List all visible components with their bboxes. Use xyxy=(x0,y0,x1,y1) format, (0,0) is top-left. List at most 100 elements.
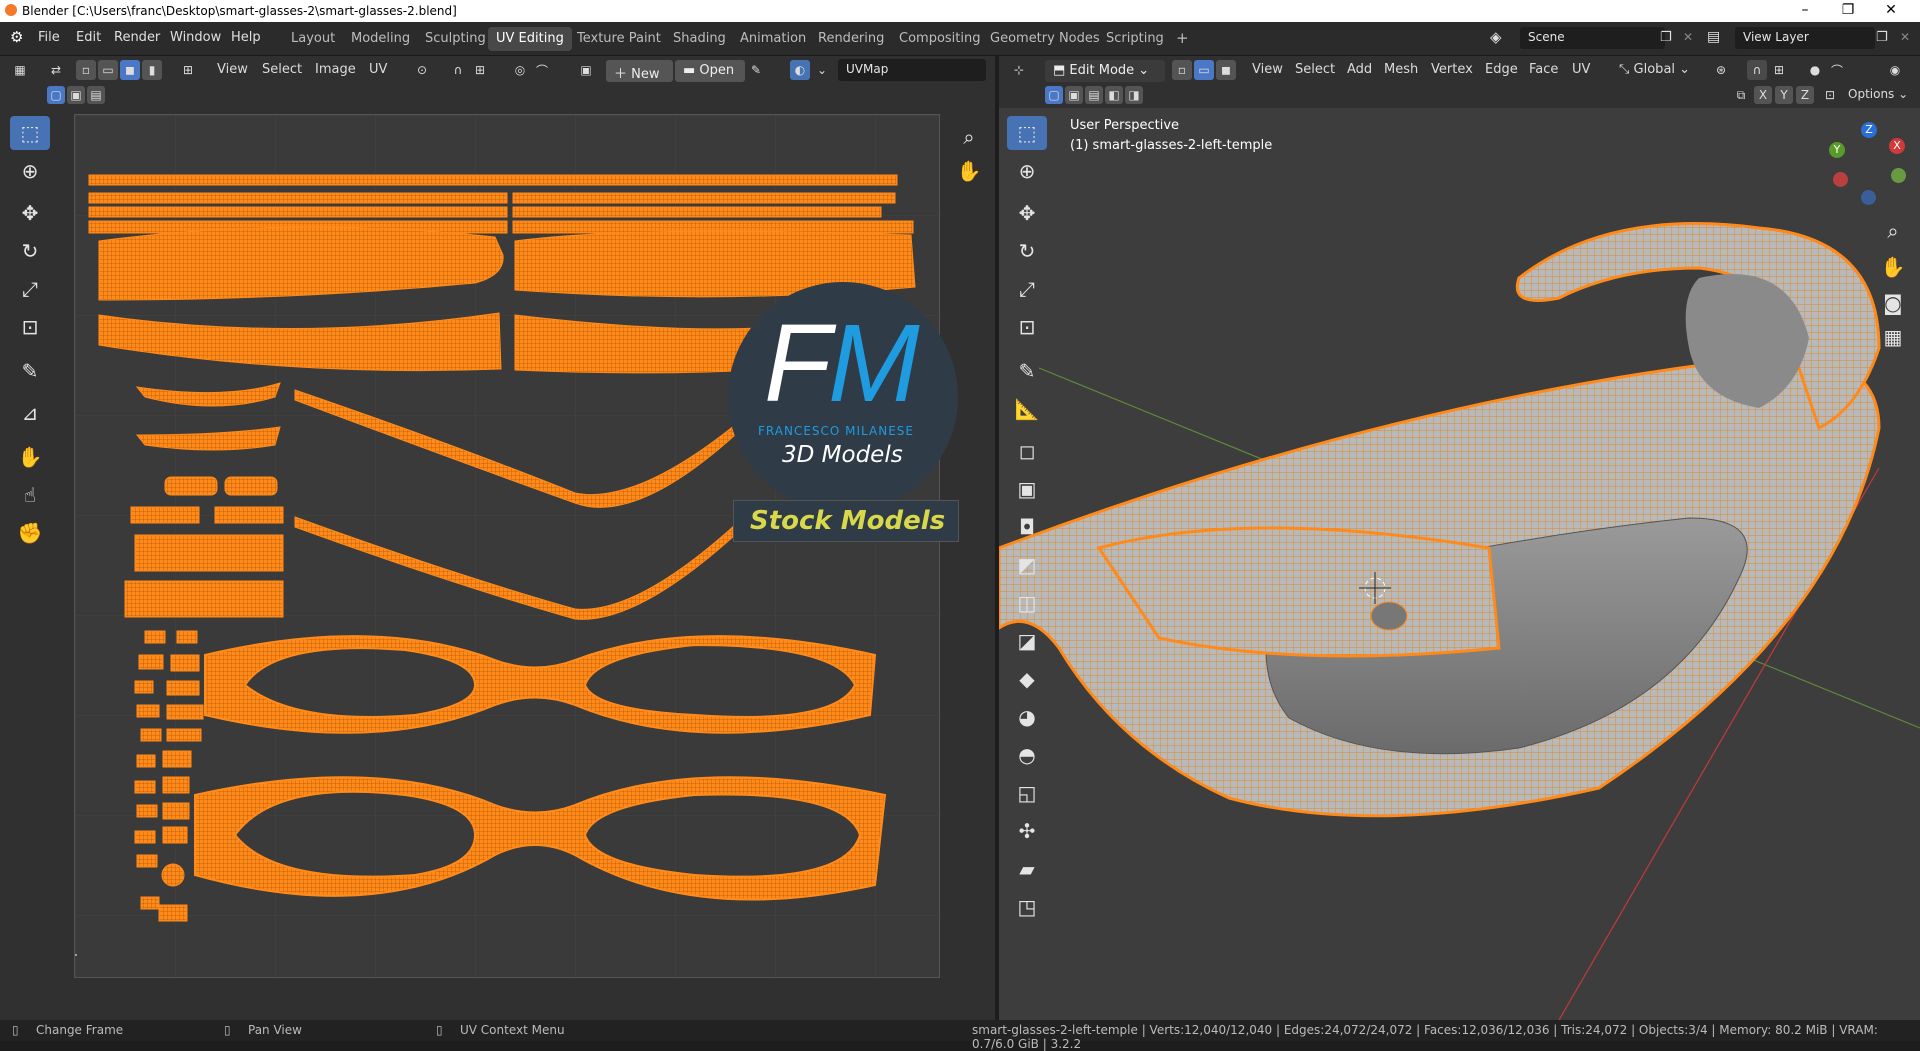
blender-menu-icon[interactable]: ⚙ xyxy=(10,28,23,46)
image-browse-icon[interactable]: ▣ xyxy=(576,60,596,80)
viewport-zoom-icon[interactable]: ⌕ xyxy=(1876,214,1910,248)
vp-select-mode-set-icon[interactable]: ▢ xyxy=(1045,86,1063,104)
pan-hand-icon[interactable]: ✋ xyxy=(952,154,986,188)
sync-selection-icon[interactable]: ⇄ xyxy=(46,60,66,80)
tab-shading[interactable]: Shading xyxy=(665,27,734,51)
vp-select-box-tool[interactable]: ⬚ xyxy=(1007,116,1047,150)
vp-rip-region-tool[interactable]: ◳ xyxy=(1007,890,1047,924)
vp-spin-tool[interactable]: ◕ xyxy=(1007,700,1047,734)
mirror-y-button[interactable]: Y xyxy=(1775,86,1793,104)
viewport-menu-select[interactable]: Select xyxy=(1295,62,1335,77)
viewport-menu-mesh[interactable]: Mesh xyxy=(1384,62,1418,77)
options-dropdown[interactable]: Options ⌄ xyxy=(1848,87,1908,101)
uv-menu-image[interactable]: Image xyxy=(315,62,356,77)
menu-render[interactable]: Render xyxy=(114,30,160,45)
rip-tool[interactable]: ⊿ xyxy=(10,396,50,430)
cursor-tool[interactable]: ⊕ xyxy=(10,154,50,188)
proportional-edit-icon[interactable]: ◎ xyxy=(510,60,530,80)
vp-select-mode-intersect-icon[interactable]: ◨ xyxy=(1125,86,1143,104)
vp-shear-tool[interactable]: ▰ xyxy=(1007,852,1047,886)
gizmo-x-axis[interactable]: X xyxy=(1889,138,1905,154)
vp-edge-slide-tool[interactable]: ◱ xyxy=(1007,776,1047,810)
transform-tool[interactable]: ⊡ xyxy=(10,310,50,344)
select-box-mode-set-icon[interactable]: ▢ xyxy=(47,86,65,104)
scene-icon[interactable]: ◈ xyxy=(1490,28,1502,46)
tab-geometry-nodes[interactable]: Geometry Nodes xyxy=(982,27,1108,51)
menu-edit[interactable]: Edit xyxy=(76,30,101,45)
vp-move-tool[interactable]: ✥ xyxy=(1007,196,1047,230)
menu-help[interactable]: Help xyxy=(231,30,261,45)
vp-poly-build-tool[interactable]: ◆ xyxy=(1007,662,1047,696)
vp-smooth-tool[interactable]: ◓ xyxy=(1007,738,1047,772)
pin-icon[interactable]: ✎ xyxy=(746,60,766,80)
vp-select-mode-invert-icon[interactable]: ◧ xyxy=(1105,86,1123,104)
view-layer-new-icon[interactable]: ❐ xyxy=(1876,30,1888,45)
scene-new-icon[interactable]: ❐ xyxy=(1660,30,1672,45)
edge-select-icon[interactable]: ▭ xyxy=(98,60,118,80)
uv-canvas[interactable] xyxy=(45,114,941,979)
viewport-proportional-icon[interactable]: ● xyxy=(1805,60,1825,80)
edge-mode-icon[interactable]: ▭ xyxy=(1194,60,1214,80)
viewport-menu-vertex[interactable]: Vertex xyxy=(1431,62,1473,77)
viewport-menu-add[interactable]: Add xyxy=(1347,62,1372,77)
uv-menu-select[interactable]: Select xyxy=(262,62,302,77)
vp-inset-tool[interactable]: ◘ xyxy=(1007,510,1047,544)
camera-view-icon[interactable]: ◙ xyxy=(1876,286,1910,320)
overlays-dropdown-icon[interactable]: ⌄ xyxy=(812,60,832,80)
vp-cursor-tool[interactable]: ⊕ xyxy=(1007,154,1047,188)
viewport-editor-type-icon[interactable]: ⊹ xyxy=(1009,60,1029,80)
vp-bevel-tool[interactable]: ◩ xyxy=(1007,548,1047,582)
vp-measure-tool[interactable]: 📐 xyxy=(1007,392,1047,426)
vp-add-cube-tool[interactable]: ◻ xyxy=(1007,434,1047,468)
gizmo-neg-y[interactable] xyxy=(1891,168,1906,183)
view-layer-remove-icon[interactable]: ✕ xyxy=(1900,30,1910,44)
open-image-button[interactable]: ▬ Open xyxy=(675,60,745,82)
mode-dropdown[interactable]: ⬒ Edit Mode ⌄ xyxy=(1045,60,1165,82)
tab-texture-paint[interactable]: Texture Paint xyxy=(569,27,669,51)
menu-file[interactable]: File xyxy=(38,30,60,45)
pivot-point-icon[interactable]: ⊙ xyxy=(412,60,432,80)
snap-icon[interactable]: ∩ xyxy=(448,60,468,80)
vp-select-mode-subtract-icon[interactable]: ▤ xyxy=(1085,86,1103,104)
annotate-tool[interactable]: ✎ xyxy=(10,354,50,388)
select-box-mode-extend-icon[interactable]: ▣ xyxy=(67,86,85,104)
menu-window[interactable]: Window xyxy=(170,30,221,45)
vertex-mode-icon[interactable]: ▫ xyxy=(1172,60,1192,80)
vp-select-mode-extend-icon[interactable]: ▣ xyxy=(1065,86,1083,104)
island-select-icon[interactable]: ▮ xyxy=(142,60,162,80)
falloff-icon[interactable]: ⌒ xyxy=(532,60,552,80)
viewport-visibility-icon[interactable]: ◉ xyxy=(1885,60,1905,80)
move-tool[interactable]: ✥ xyxy=(10,196,50,230)
new-image-button[interactable]: ＋ New xyxy=(606,60,673,82)
add-workspace-button[interactable]: + xyxy=(1168,25,1197,49)
mirror-icon[interactable]: ⧉ xyxy=(1732,86,1750,104)
zoom-icon[interactable]: ⌕ xyxy=(952,120,986,154)
rotate-tool[interactable]: ↻ xyxy=(10,234,50,268)
tab-sculpting[interactable]: Sculpting xyxy=(417,27,494,51)
navigation-gizmo[interactable]: Z X Y xyxy=(1825,122,1911,208)
tab-animation[interactable]: Animation xyxy=(732,27,814,51)
auto-merge-icon[interactable]: ⊡ xyxy=(1821,86,1839,104)
minimize-button[interactable]: – xyxy=(1795,2,1815,18)
mirror-z-button[interactable]: Z xyxy=(1796,86,1814,104)
vp-extrude-tool[interactable]: ▣ xyxy=(1007,472,1047,506)
viewport-snap-target-icon[interactable]: ⊞ xyxy=(1769,60,1789,80)
vp-annotate-tool[interactable]: ✎ xyxy=(1007,354,1047,388)
vertex-select-icon[interactable]: ▫ xyxy=(76,60,96,80)
grab-tool[interactable]: ✋ xyxy=(10,440,50,474)
tab-scripting[interactable]: Scripting xyxy=(1098,27,1172,51)
overlays-icon[interactable]: ◐ xyxy=(790,60,810,80)
scene-field[interactable]: Scene xyxy=(1520,27,1665,49)
viewport-falloff-icon[interactable]: ⌒ xyxy=(1827,60,1847,80)
tab-compositing[interactable]: Compositing xyxy=(891,27,989,51)
viewport-menu-face[interactable]: Face xyxy=(1529,62,1558,77)
viewport-menu-uv[interactable]: UV xyxy=(1572,62,1590,77)
vp-knife-tool[interactable]: ◪ xyxy=(1007,624,1047,658)
vp-rotate-tool[interactable]: ↻ xyxy=(1007,234,1047,268)
uv-editor[interactable]: ▦ ⇄ ▫ ▭ ◼ ▮ ⊞ View Select Image UV ⊙ ∩ ⊞… xyxy=(0,56,995,1020)
uvmap-field[interactable]: UVMap xyxy=(838,59,986,81)
viewport-menu-edge[interactable]: Edge xyxy=(1485,62,1518,77)
uv-menu-view[interactable]: View xyxy=(217,62,248,77)
maximize-button[interactable]: ❐ xyxy=(1838,2,1858,18)
viewport-pan-icon[interactable]: ✋ xyxy=(1876,250,1910,284)
